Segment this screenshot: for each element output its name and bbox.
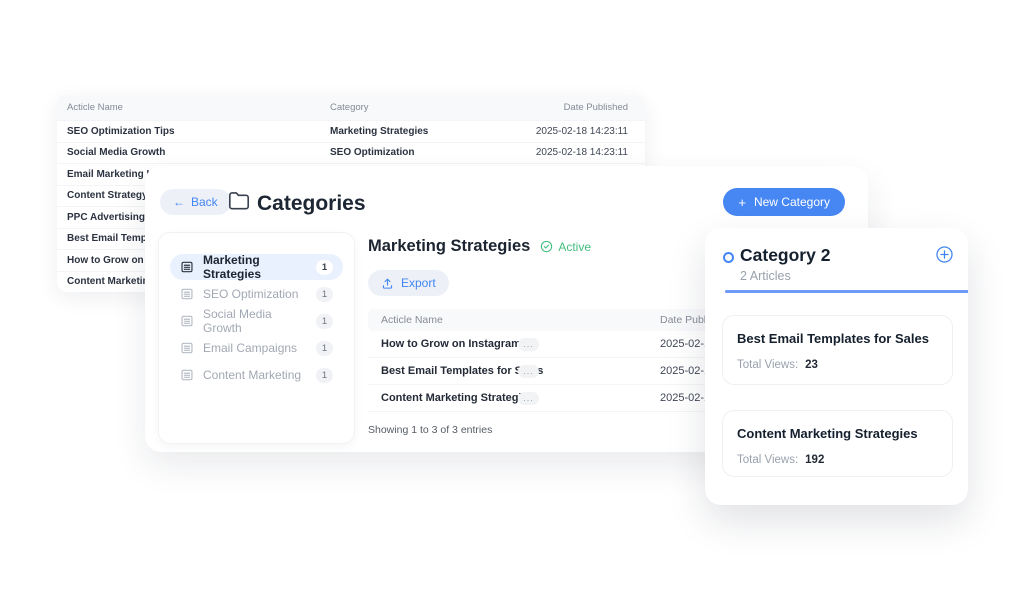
export-button[interactable]: Export [368,270,449,296]
category-detail-title: Marketing Strategies [368,237,530,256]
cell-article-name: Best Email Templates for Sales [368,365,518,377]
check-circle-icon [540,240,553,253]
new-category-button[interactable]: + New Category [723,188,845,216]
folder-icon [226,187,252,213]
cell-category: SEO Optimization [330,147,536,158]
article-summary-card[interactable]: Content Marketing Strategies Total Views… [722,410,953,477]
status-label: Active [558,240,591,254]
total-views-label: Total Views: [737,454,798,466]
article-title: Best Email Templates for Sales [737,331,938,346]
row-actions-button[interactable]: ... [518,338,539,351]
row-actions-button[interactable]: ... [518,392,539,405]
count-badge: 1 [316,368,333,383]
article-list-icon [180,368,194,382]
cell-article-name: How to Grow on Instagram [368,338,518,350]
total-views-value: 23 [805,359,818,371]
back-arrow-icon: ← [173,195,185,209]
add-article-button[interactable] [935,245,954,264]
sidebar-item-label: Email Campaigns [203,341,307,355]
column-header-category: Category [330,102,564,113]
sidebar-item-label: SEO Optimization [203,287,307,301]
column-header-date-published: Date Published [564,102,628,113]
category-list-panel: Marketing Strategies 1 SEO Optimization … [158,232,355,444]
cell-article-name: Content Marketing Strategies [368,392,518,404]
cell-article-name: Social Media Growth [67,147,330,158]
cell-date: 2025-02-18 14:23:11 [536,147,628,158]
category-preview-card: Category 2 2 Articles Best Email Templat… [705,228,968,505]
articles-table-header: Acticle Name Category Date Published [57,95,645,120]
sidebar-item-content-marketing[interactable]: Content Marketing 1 [170,362,343,388]
plus-icon: + [738,196,746,209]
new-category-label: New Category [754,195,830,209]
plus-circle-icon [935,245,954,264]
column-header-article-name: Acticle Name [368,314,518,326]
sidebar-item-social-media-growth[interactable]: Social Media Growth 1 [170,308,343,334]
total-views-value: 192 [805,454,824,466]
article-summary-card[interactable]: Best Email Templates for Sales Total Vie… [722,315,953,385]
back-button-label: Back [191,195,218,209]
export-label: Export [401,276,436,290]
count-badge: 1 [316,341,333,356]
column-header-article-name: Acticle Name [67,102,330,113]
article-list-icon [180,260,194,274]
count-badge: 1 [316,260,333,275]
sidebar-item-label: Content Marketing [203,368,307,382]
article-list-icon [180,341,194,355]
back-button[interactable]: ← Back [160,189,231,215]
accent-divider [725,290,968,293]
status-badge: Active [540,240,591,254]
count-badge: 1 [316,314,333,329]
app-canvas: Acticle Name Category Date Published SEO… [0,0,1024,599]
page-title: Categories [257,192,366,216]
article-list-icon [180,287,194,301]
upload-icon [381,277,394,290]
sidebar-item-label: Social Media Growth [203,307,307,335]
sidebar-item-email-campaigns[interactable]: Email Campaigns 1 [170,335,343,361]
table-row[interactable]: Social Media Growth SEO Optimization 202… [57,142,645,164]
total-views-label: Total Views: [737,359,798,371]
row-actions-button[interactable]: ... [518,365,539,378]
category-dot-icon [723,252,734,263]
sidebar-item-seo-optimization[interactable]: SEO Optimization 1 [170,281,343,307]
category-card-title: Category 2 [740,245,830,266]
article-list-icon [180,314,194,328]
cell-article-name: SEO Optimization Tips [67,126,330,137]
count-badge: 1 [316,287,333,302]
cell-date: 2025-02-18 14:23:11 [536,126,628,137]
sidebar-item-label: Marketing Strategies [203,253,307,281]
sidebar-item-marketing-strategies[interactable]: Marketing Strategies 1 [170,254,343,280]
table-row[interactable]: SEO Optimization Tips Marketing Strategi… [57,120,645,142]
category-card-subtitle: 2 Articles [740,269,791,283]
cell-category: Marketing Strategies [330,126,536,137]
article-title: Content Marketing Strategies [737,426,938,441]
